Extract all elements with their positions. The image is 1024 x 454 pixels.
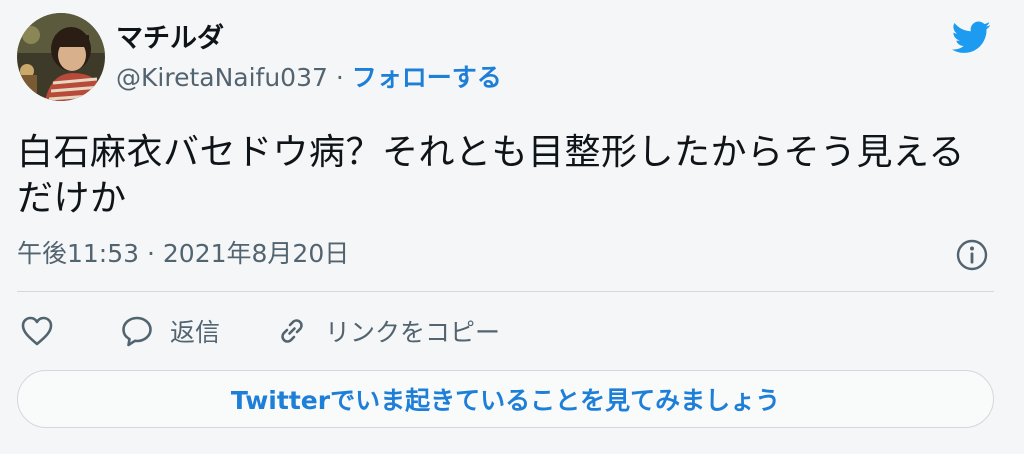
user-handle[interactable]: @KiretaNaifu037 <box>116 63 328 92</box>
speech-bubble-icon <box>122 316 152 347</box>
copy-link-label: リンクをコピー <box>325 318 501 347</box>
reply-label: 返信 <box>170 318 221 347</box>
copy-link-button[interactable]: リンクをコピー <box>275 311 500 351</box>
display-name[interactable]: マチルダ <box>116 22 224 56</box>
tweet-embed-card: マチルダ @KiretaNaifu037 · フォローする 白石麻衣バセドウ病？… <box>0 0 1024 454</box>
tweet-text: 白石麻衣バセドウ病？それとも目整形したからそう見えるだけか <box>17 132 965 219</box>
separator-dot: · <box>327 63 352 92</box>
avatar[interactable] <box>17 13 105 101</box>
info-icon[interactable] <box>955 238 989 272</box>
reply-button[interactable]: 返信 <box>120 311 220 351</box>
handle-row: @KiretaNaifu037 · フォローする <box>116 62 502 94</box>
avatar-photo <box>17 13 105 101</box>
divider <box>17 291 994 292</box>
twitter-bird-icon[interactable] <box>948 17 994 57</box>
follow-link[interactable]: フォローする <box>352 63 502 92</box>
see-whats-happening-button[interactable]: Twitterでいま起きていることを見てみましょう <box>17 370 994 428</box>
heart-icon <box>21 316 53 346</box>
tweet-timestamp[interactable]: 午後11:53 · 2021年8月20日 <box>17 238 349 270</box>
cta-label: Twitterでいま起きていることを見てみましょう <box>230 386 781 415</box>
like-button[interactable] <box>20 311 70 351</box>
link-icon <box>281 319 303 343</box>
